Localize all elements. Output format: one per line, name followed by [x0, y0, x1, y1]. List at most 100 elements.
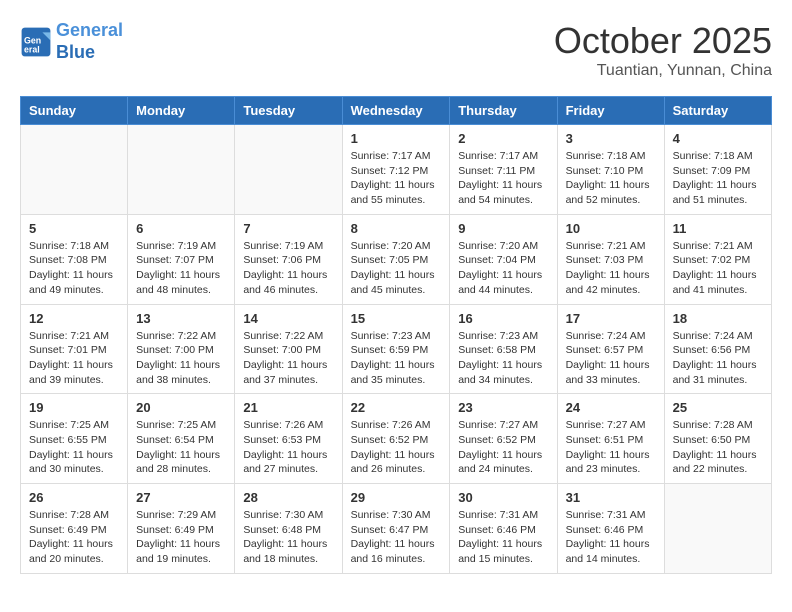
- calendar-cell: 30 Sunrise: 7:31 AMSunset: 6:46 PMDayligh…: [450, 484, 557, 574]
- day-number: 16: [458, 311, 548, 326]
- logo-icon: Gen eral: [20, 26, 52, 58]
- month-title: October 2025: [554, 20, 772, 62]
- day-info: Sunrise: 7:24 AMSunset: 6:57 PMDaylight:…: [566, 329, 656, 388]
- day-number: 18: [673, 311, 763, 326]
- day-number: 25: [673, 400, 763, 415]
- week-row-4: 19Sunrise: 7:25 AMSunset: 6:55 PMDayligh…: [21, 394, 772, 484]
- day-number: 1: [351, 131, 442, 146]
- calendar-cell: 11Sunrise: 7:21 AMSunset: 7:02 PMDayligh…: [664, 214, 771, 304]
- day-info: Sunrise: 7:17 AMSunset: 7:12 PMDaylight:…: [351, 149, 442, 208]
- day-info: Sunrise: 7:31 AMSunset: 6:46 PMDaylight:…: [566, 508, 656, 567]
- day-info: Sunrise: 7:20 AMSunset: 7:05 PMDaylight:…: [351, 239, 442, 298]
- weekday-header-wednesday: Wednesday: [342, 97, 450, 125]
- day-number: 28: [243, 490, 333, 505]
- calendar-cell: 7 Sunrise: 7:19 AMSunset: 7:06 PMDaylight…: [235, 214, 342, 304]
- calendar-cell: 28 Sunrise: 7:30 AMSunset: 6:48 PMDayligh…: [235, 484, 342, 574]
- day-info: Sunrise: 7:25 AMSunset: 6:55 PMDaylight:…: [29, 418, 119, 477]
- calendar-cell: 15 Sunrise: 7:23 AMSunset: 6:59 PMDayligh…: [342, 304, 450, 394]
- day-info: Sunrise: 7:18 AMSunset: 7:10 PMDaylight:…: [566, 149, 656, 208]
- title-block: October 2025 Tuantian, Yunnan, China: [554, 20, 772, 80]
- weekday-header-monday: Monday: [128, 97, 235, 125]
- calendar-cell: 21 Sunrise: 7:26 AMSunset: 6:53 PMDayligh…: [235, 394, 342, 484]
- weekday-header-sunday: Sunday: [21, 97, 128, 125]
- calendar-cell: 20 Sunrise: 7:25 AMSunset: 6:54 PMDayligh…: [128, 394, 235, 484]
- day-info: Sunrise: 7:21 AMSunset: 7:02 PMDaylight:…: [673, 239, 763, 298]
- calendar-cell: 17 Sunrise: 7:24 AMSunset: 6:57 PMDayligh…: [557, 304, 664, 394]
- weekday-header-tuesday: Tuesday: [235, 97, 342, 125]
- day-info: Sunrise: 7:26 AMSunset: 6:53 PMDaylight:…: [243, 418, 333, 477]
- day-number: 7: [243, 221, 333, 236]
- calendar-cell: [21, 125, 128, 215]
- calendar-cell: [664, 484, 771, 574]
- weekday-header-thursday: Thursday: [450, 97, 557, 125]
- day-info: Sunrise: 7:28 AMSunset: 6:49 PMDaylight:…: [29, 508, 119, 567]
- day-info: Sunrise: 7:21 AMSunset: 7:01 PMDaylight:…: [29, 329, 119, 388]
- day-info: Sunrise: 7:30 AMSunset: 6:48 PMDaylight:…: [243, 508, 333, 567]
- day-number: 4: [673, 131, 763, 146]
- calendar-cell: 2Sunrise: 7:17 AMSunset: 7:11 PMDaylight…: [450, 125, 557, 215]
- day-number: 24: [566, 400, 656, 415]
- day-number: 2: [458, 131, 548, 146]
- svg-text:eral: eral: [24, 44, 40, 54]
- day-info: Sunrise: 7:26 AMSunset: 6:52 PMDaylight:…: [351, 418, 442, 477]
- calendar-table: SundayMondayTuesdayWednesdayThursdayFrid…: [20, 96, 772, 574]
- week-row-1: 1 Sunrise: 7:17 AMSunset: 7:12 PMDaylight…: [21, 125, 772, 215]
- day-info: Sunrise: 7:25 AMSunset: 6:54 PMDaylight:…: [136, 418, 226, 477]
- calendar-cell: 25 Sunrise: 7:28 AMSunset: 6:50 PMDayligh…: [664, 394, 771, 484]
- day-info: Sunrise: 7:29 AMSunset: 6:49 PMDaylight:…: [136, 508, 226, 567]
- location: Tuantian, Yunnan, China: [554, 62, 772, 80]
- day-info: Sunrise: 7:27 AMSunset: 6:51 PMDaylight:…: [566, 418, 656, 477]
- day-number: 23: [458, 400, 548, 415]
- day-number: 10: [566, 221, 656, 236]
- day-number: 8: [351, 221, 442, 236]
- calendar-cell: 13Sunrise: 7:22 AMSunset: 7:00 PMDayligh…: [128, 304, 235, 394]
- week-row-3: 12 Sunrise: 7:21 AMSunset: 7:01 PMDayligh…: [21, 304, 772, 394]
- day-number: 13: [136, 311, 226, 326]
- weekday-header-friday: Friday: [557, 97, 664, 125]
- calendar-cell: 29Sunrise: 7:30 AMSunset: 6:47 PMDayligh…: [342, 484, 450, 574]
- weekday-header-row: SundayMondayTuesdayWednesdayThursdayFrid…: [21, 97, 772, 125]
- calendar-cell: 10 Sunrise: 7:21 AMSunset: 7:03 PMDayligh…: [557, 214, 664, 304]
- day-info: Sunrise: 7:24 AMSunset: 6:56 PMDaylight:…: [673, 329, 763, 388]
- day-number: 15: [351, 311, 442, 326]
- day-info: Sunrise: 7:30 AMSunset: 6:47 PMDaylight:…: [351, 508, 442, 567]
- day-number: 22: [351, 400, 442, 415]
- day-number: 21: [243, 400, 333, 415]
- calendar-cell: 12 Sunrise: 7:21 AMSunset: 7:01 PMDayligh…: [21, 304, 128, 394]
- logo-text: General Blue: [56, 20, 123, 63]
- calendar-cell: 16Sunrise: 7:23 AMSunset: 6:58 PMDayligh…: [450, 304, 557, 394]
- day-number: 5: [29, 221, 119, 236]
- day-number: 17: [566, 311, 656, 326]
- day-number: 12: [29, 311, 119, 326]
- calendar-cell: 8 Sunrise: 7:20 AMSunset: 7:05 PMDaylight…: [342, 214, 450, 304]
- day-info: Sunrise: 7:19 AMSunset: 7:06 PMDaylight:…: [243, 239, 333, 298]
- calendar-cell: 23 Sunrise: 7:27 AMSunset: 6:52 PMDayligh…: [450, 394, 557, 484]
- calendar-cell: 27Sunrise: 7:29 AMSunset: 6:49 PMDayligh…: [128, 484, 235, 574]
- calendar-cell: 31Sunrise: 7:31 AMSunset: 6:46 PMDayligh…: [557, 484, 664, 574]
- calendar-cell: 1 Sunrise: 7:17 AMSunset: 7:12 PMDaylight…: [342, 125, 450, 215]
- day-info: Sunrise: 7:18 AMSunset: 7:08 PMDaylight:…: [29, 239, 119, 298]
- day-info: Sunrise: 7:21 AMSunset: 7:03 PMDaylight:…: [566, 239, 656, 298]
- calendar-cell: [235, 125, 342, 215]
- calendar-cell: 24 Sunrise: 7:27 AMSunset: 6:51 PMDayligh…: [557, 394, 664, 484]
- day-number: 20: [136, 400, 226, 415]
- day-number: 6: [136, 221, 226, 236]
- page-header: Gen eral General Blue October 2025 Tuant…: [20, 20, 772, 80]
- calendar-cell: 14Sunrise: 7:22 AMSunset: 7:00 PMDayligh…: [235, 304, 342, 394]
- day-number: 3: [566, 131, 656, 146]
- day-info: Sunrise: 7:27 AMSunset: 6:52 PMDaylight:…: [458, 418, 548, 477]
- day-info: Sunrise: 7:28 AMSunset: 6:50 PMDaylight:…: [673, 418, 763, 477]
- day-info: Sunrise: 7:19 AMSunset: 7:07 PMDaylight:…: [136, 239, 226, 298]
- day-info: Sunrise: 7:31 AMSunset: 6:46 PMDaylight:…: [458, 508, 548, 567]
- calendar-cell: 6 Sunrise: 7:19 AMSunset: 7:07 PMDaylight…: [128, 214, 235, 304]
- calendar-cell: [128, 125, 235, 215]
- day-number: 26: [29, 490, 119, 505]
- calendar-cell: 9Sunrise: 7:20 AMSunset: 7:04 PMDaylight…: [450, 214, 557, 304]
- calendar-cell: 19Sunrise: 7:25 AMSunset: 6:55 PMDayligh…: [21, 394, 128, 484]
- calendar-cell: 18 Sunrise: 7:24 AMSunset: 6:56 PMDayligh…: [664, 304, 771, 394]
- calendar-cell: 3 Sunrise: 7:18 AMSunset: 7:10 PMDaylight…: [557, 125, 664, 215]
- week-row-5: 26 Sunrise: 7:28 AMSunset: 6:49 PMDayligh…: [21, 484, 772, 574]
- day-info: Sunrise: 7:18 AMSunset: 7:09 PMDaylight:…: [673, 149, 763, 208]
- day-info: Sunrise: 7:23 AMSunset: 6:59 PMDaylight:…: [351, 329, 442, 388]
- day-number: 30: [458, 490, 548, 505]
